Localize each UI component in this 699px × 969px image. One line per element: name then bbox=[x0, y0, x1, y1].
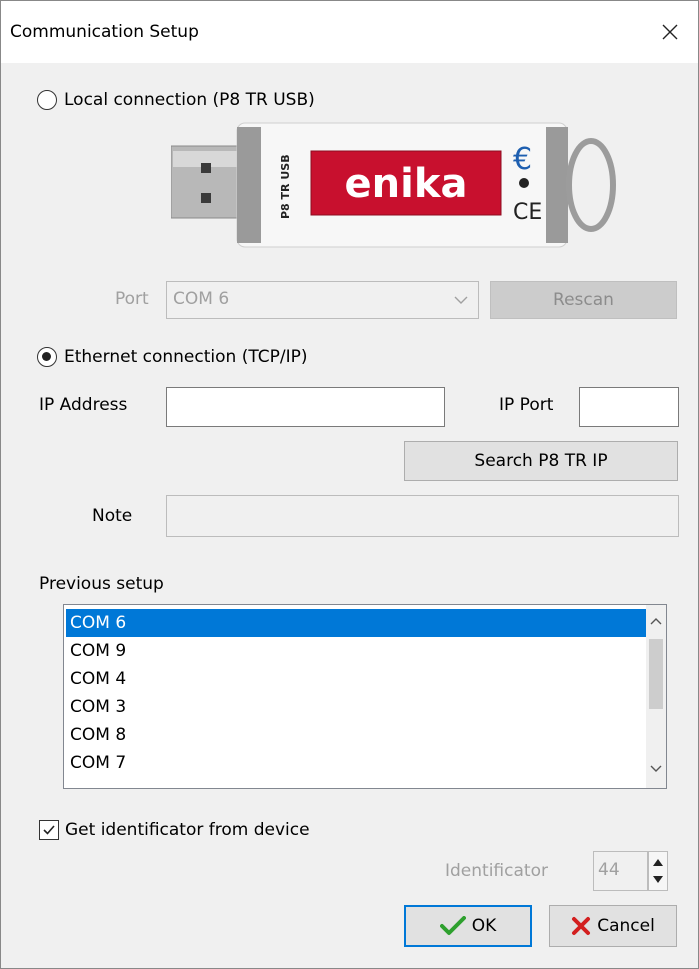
note-field bbox=[166, 495, 679, 537]
list-item[interactable]: COM 4 bbox=[66, 665, 646, 693]
list-item[interactable]: COM 8 bbox=[66, 721, 646, 749]
identificator-spinner[interactable] bbox=[648, 851, 668, 891]
close-icon bbox=[662, 24, 678, 40]
ip-port-input[interactable] bbox=[579, 387, 679, 427]
scroll-down-icon[interactable] bbox=[650, 765, 662, 773]
local-connection-radio[interactable] bbox=[37, 90, 57, 110]
search-p8-tr-ip-label: Search P8 TR IP bbox=[474, 451, 608, 471]
device-model-text: P8 TR USB bbox=[279, 154, 292, 219]
previous-setup-list[interactable]: COM 6 COM 9 COM 4 COM 3 COM 8 COM 7 bbox=[63, 604, 667, 789]
identificator-value: 44 bbox=[598, 860, 620, 880]
get-identificator-checkbox[interactable] bbox=[39, 820, 59, 840]
usb-stick-image: enika P8 TR USB € CE bbox=[171, 122, 616, 248]
previous-setup-label: Previous setup bbox=[39, 574, 164, 594]
ok-label: OK bbox=[471, 916, 497, 936]
ip-address-label: IP Address bbox=[39, 395, 128, 415]
ethernet-connection-radio[interactable] bbox=[37, 347, 57, 367]
list-item[interactable]: COM 9 bbox=[66, 637, 646, 665]
get-identificator-label: Get identificator from device bbox=[65, 820, 310, 840]
local-connection-label: Local connection (P8 TR USB) bbox=[64, 90, 315, 110]
scroll-thumb[interactable] bbox=[649, 639, 663, 709]
x-mark-icon bbox=[572, 917, 591, 935]
check-icon bbox=[43, 825, 55, 835]
list-item[interactable]: COM 7 bbox=[66, 749, 646, 777]
scroll-up-icon[interactable] bbox=[650, 617, 662, 625]
list-scrollbar[interactable] bbox=[646, 605, 666, 788]
window-title: Communication Setup bbox=[10, 22, 199, 42]
list-item[interactable]: COM 3 bbox=[66, 693, 646, 721]
title-bar: Communication Setup bbox=[1, 1, 698, 63]
rescan-button[interactable]: Rescan bbox=[490, 281, 677, 319]
note-label: Note bbox=[92, 506, 133, 526]
rescan-label: Rescan bbox=[553, 290, 614, 310]
port-value: COM 6 bbox=[173, 289, 230, 309]
ip-port-label: IP Port bbox=[499, 395, 554, 415]
port-select[interactable]: COM 6 bbox=[166, 281, 479, 319]
identificator-input[interactable]: 44 bbox=[593, 851, 648, 891]
ok-button[interactable]: OK bbox=[404, 905, 532, 947]
search-p8-tr-ip-button[interactable]: Search P8 TR IP bbox=[404, 441, 678, 481]
chevron-down-icon bbox=[454, 296, 468, 304]
list-item[interactable]: COM 6 bbox=[66, 609, 646, 637]
ethernet-connection-label: Ethernet connection (TCP/IP) bbox=[64, 347, 308, 367]
cancel-label: Cancel bbox=[597, 916, 655, 936]
communication-setup-dialog: Communication Setup Local connection (P8… bbox=[0, 0, 699, 969]
spin-up-icon[interactable] bbox=[652, 856, 664, 868]
device-brand-text: enika bbox=[345, 161, 468, 207]
spin-down-icon[interactable] bbox=[652, 874, 664, 886]
checkmark-icon bbox=[439, 916, 466, 935]
port-label: Port bbox=[115, 289, 149, 309]
svg-text:€: € bbox=[513, 142, 532, 177]
identificator-label: Identificator bbox=[445, 861, 548, 881]
close-button[interactable] bbox=[642, 1, 698, 63]
cancel-button[interactable]: Cancel bbox=[549, 905, 677, 947]
ip-address-input[interactable] bbox=[166, 387, 445, 427]
ce-mark-text: CE bbox=[513, 200, 542, 225]
